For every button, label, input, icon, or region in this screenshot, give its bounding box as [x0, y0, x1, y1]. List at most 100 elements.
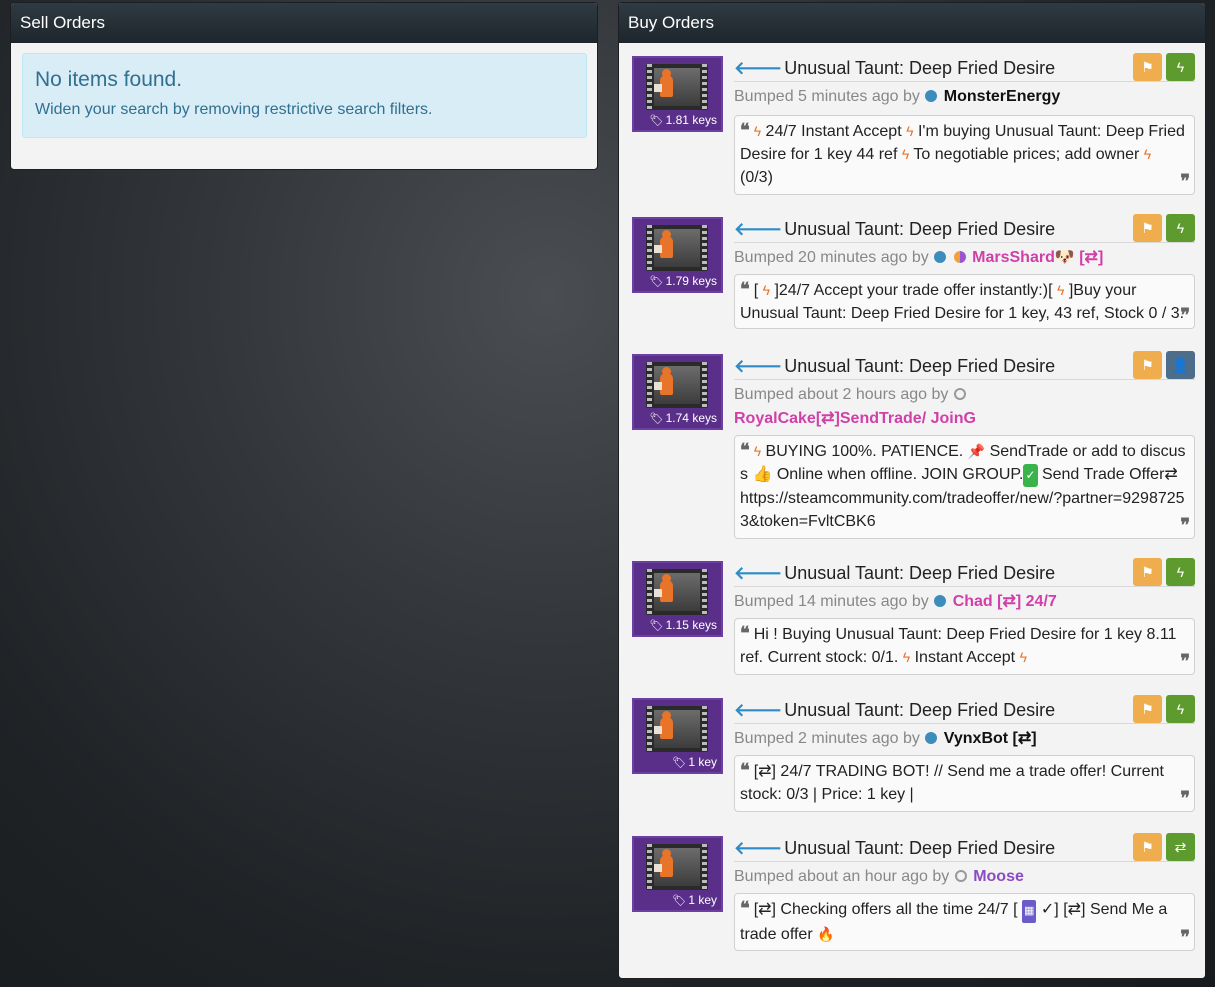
message-segment: BUYING 100%. PATIENCE. — [761, 443, 968, 460]
message-segment: 24/7 Instant Accept — [761, 123, 907, 140]
listing: 🏷 1.79 keys 🡐 Unusual Taunt: Deep Fried De… — [632, 214, 1195, 332]
message-text: ϟ 24/7 Instant Accept ϟ I'm buying Unusu… — [740, 123, 1185, 186]
add-friend-button[interactable]: 👤 — [1166, 351, 1195, 379]
listing: 🏷 1.81 keys 🡐 Unusual Taunt: Deep Fried De… — [632, 53, 1195, 196]
price-tag: 🏷 1 key — [672, 755, 717, 769]
tag-icon: 🏷 — [649, 620, 664, 632]
bumped-text: Bumped 20 minutes ago by — [734, 249, 929, 266]
quote-close-icon: ❞ — [1180, 788, 1190, 808]
instant-trade-button[interactable]: ϟ — [1166, 53, 1195, 81]
user-link[interactable]: VynxBot [⇄] — [944, 730, 1037, 747]
item-title[interactable]: 🡐 Unusual Taunt: Deep Fried Desire ⚑ ϟ — [734, 695, 1195, 724]
bump-info: Bumped 2 minutes ago by VynxBot [⇄] — [734, 727, 1155, 751]
price-tag: 🏷 1.15 keys — [650, 618, 717, 632]
listing-message: ❝ [⇄] 24/7 TRADING BOT! // Send me a trad… — [734, 755, 1195, 812]
price-label: 1.79 keys — [665, 274, 717, 288]
fire-emoji-icon: 🔥 — [817, 926, 835, 942]
listing-message: ❝[ ϟ ]24/7 Accept your trade offer insta… — [734, 274, 1195, 329]
lightning-emoji-icon: ϟ — [762, 282, 770, 298]
report-flag-button[interactable]: ⚑ — [1133, 695, 1162, 723]
item-name: Unusual Taunt: Deep Fried Desire — [784, 838, 1056, 858]
taunt-film-icon — [646, 362, 708, 408]
user-link[interactable]: Moose — [973, 868, 1024, 885]
online-status-icon — [934, 251, 947, 263]
lightning-emoji-icon: ϟ — [1019, 649, 1027, 665]
bump-info: Bumped about an hour ago by Moose — [734, 865, 1155, 889]
arrow-left-icon: 🡐 — [734, 58, 783, 78]
user-link[interactable]: MonsterEnergy — [944, 88, 1060, 105]
item-title[interactable]: 🡐 Unusual Taunt: Deep Fried Desire ⚑ ⇄ — [734, 833, 1195, 862]
quote-close-icon: ❞ — [1180, 515, 1190, 535]
trade-offer-button[interactable]: ⇄ — [1166, 833, 1195, 861]
price-label: 1.81 keys — [665, 113, 717, 127]
bumped-text: Bumped about an hour ago by — [734, 868, 950, 885]
item-title[interactable]: 🡐 Unusual Taunt: Deep Fried Desire ⚑ 👤 — [734, 351, 1195, 380]
message-segment: (0/3) — [740, 169, 773, 186]
report-flag-button[interactable]: ⚑ — [1133, 53, 1162, 81]
quote-open-icon: ❝ — [740, 623, 750, 643]
buy-orders-panel: Buy Orders 🏷 1.81 keys 🡐 Unusual Taunt: De… — [618, 2, 1206, 979]
price-tag: 🏷 1 key — [672, 893, 717, 907]
calendar-emoji-icon: ▦ — [1022, 900, 1037, 923]
quote-close-icon: ❞ — [1180, 927, 1190, 947]
tag-icon: 🏷 — [649, 115, 664, 127]
quote-close-icon: ❞ — [1180, 305, 1190, 325]
message-segment: [ — [753, 282, 763, 299]
quote-close-icon: ❞ — [1180, 651, 1190, 671]
instant-trade-button[interactable]: ϟ — [1166, 214, 1195, 242]
report-flag-button[interactable]: ⚑ — [1133, 558, 1162, 586]
item-thumbnail[interactable]: 🏷 1.15 keys — [632, 561, 723, 637]
report-flag-button[interactable]: ⚑ — [1133, 214, 1162, 242]
item-title[interactable]: 🡐 Unusual Taunt: Deep Fried Desire ⚑ ϟ — [734, 214, 1195, 243]
item-thumbnail[interactable]: 🏷 1 key — [632, 698, 723, 774]
item-title[interactable]: 🡐 Unusual Taunt: Deep Fried Desire ⚑ ϟ — [734, 53, 1195, 82]
bumped-text: Bumped 2 minutes ago by — [734, 730, 920, 747]
arrow-left-icon: 🡐 — [734, 700, 783, 720]
sell-orders-title: Sell Orders — [11, 3, 597, 43]
item-title[interactable]: 🡐 Unusual Taunt: Deep Fried Desire ⚑ ϟ — [734, 558, 1195, 587]
listing-message: ❝ [⇄] Checking offers all the time 24/7 [… — [734, 893, 1195, 951]
bumped-text: Bumped about 2 hours ago by — [734, 386, 949, 403]
report-flag-button[interactable]: ⚑ — [1133, 833, 1162, 861]
bumped-text: Bumped 14 minutes ago by — [734, 593, 929, 610]
offline-status-icon — [953, 388, 966, 400]
taunt-film-icon — [646, 844, 708, 890]
price-tag: 🏷 1.79 keys — [650, 274, 717, 288]
arrow-left-icon: 🡐 — [734, 838, 783, 858]
lightning-emoji-icon: ϟ — [753, 123, 762, 139]
bump-info: Bumped 14 minutes ago by Chad [⇄] 24/7 — [734, 590, 1155, 614]
tag-icon: 🏷 — [649, 413, 664, 425]
arrow-left-icon: 🡐 — [734, 356, 783, 376]
message-segment: Instant Accept — [910, 649, 1020, 666]
price-tag: 🏷 1.81 keys — [650, 113, 717, 127]
quote-open-icon: ❝ — [740, 760, 750, 780]
arrow-left-icon: 🡐 — [734, 563, 783, 583]
check-emoji-icon: ✓ — [1023, 464, 1038, 487]
message-segment: ]24/7 Accept your trade offer instantly:… — [770, 282, 1057, 299]
quote-open-icon: ❝ — [740, 120, 750, 140]
bump-info: Bumped about 2 hours ago by RoyalCake[⇄]… — [734, 383, 1155, 431]
item-thumbnail[interactable]: 🏷 1.74 keys — [632, 354, 723, 430]
arrow-left-icon: 🡐 — [734, 219, 783, 239]
taunt-film-icon — [646, 64, 708, 110]
price-label: 1 key — [688, 893, 717, 907]
item-name: Unusual Taunt: Deep Fried Desire — [784, 219, 1056, 239]
item-thumbnail[interactable]: 🏷 1.79 keys — [632, 217, 723, 293]
instant-trade-button[interactable]: ϟ — [1166, 695, 1195, 723]
instant-trade-button[interactable]: ϟ — [1166, 558, 1195, 586]
quote-close-icon: ❞ — [1180, 171, 1190, 191]
empty-results-text: Widen your search by removing restrictiv… — [35, 101, 433, 118]
report-flag-button[interactable]: ⚑ — [1133, 351, 1162, 379]
price-label: 1 key — [688, 755, 717, 769]
listing: 🏷 1 key 🡐 Unusual Taunt: Deep Fried Desire… — [632, 833, 1195, 953]
user-link[interactable]: MarsShard🐶 [⇄] — [972, 249, 1103, 266]
user-link[interactable]: Chad [⇄] 24/7 — [953, 593, 1057, 610]
tag-icon: 🏷 — [672, 757, 687, 769]
online-status-icon — [925, 90, 938, 102]
message-text: [⇄] Checking offers all the time 24/7 [ … — [740, 900, 1167, 943]
user-link[interactable]: RoyalCake[⇄]SendTrade/ JoinG — [734, 410, 976, 427]
item-thumbnail[interactable]: 🏷 1.81 keys — [632, 56, 723, 132]
listing-message: ❝ ϟ BUYING 100%. PATIENCE. 📌 SendTrade or… — [734, 435, 1195, 539]
message-text: ϟ BUYING 100%. PATIENCE. 📌 SendTrade or … — [740, 443, 1186, 530]
item-thumbnail[interactable]: 🏷 1 key — [632, 836, 723, 912]
